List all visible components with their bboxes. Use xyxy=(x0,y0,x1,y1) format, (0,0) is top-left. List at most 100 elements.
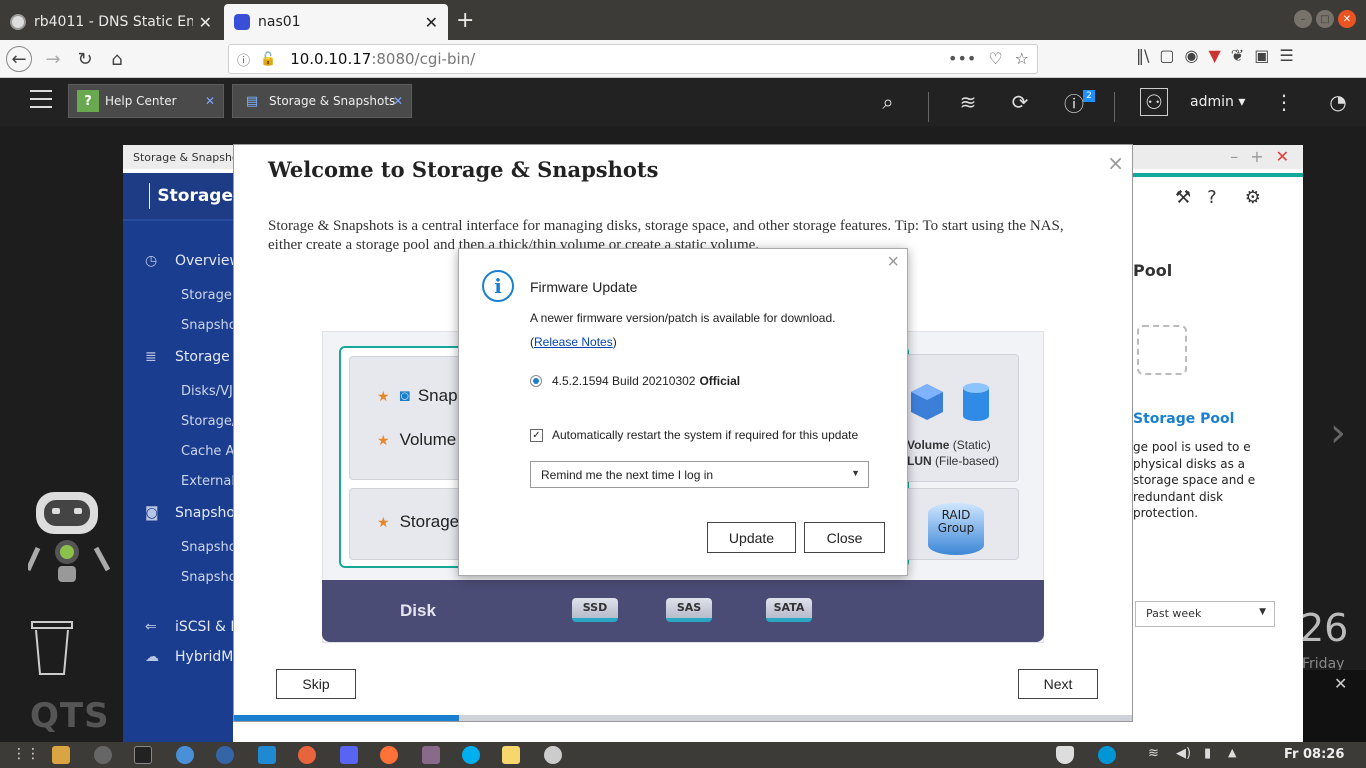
maximize-icon[interactable]: + xyxy=(1250,147,1263,166)
external-device-icon[interactable]: ⟳ xyxy=(1006,88,1034,116)
maximize-window-button[interactable]: □ xyxy=(1316,10,1334,28)
hp-icon[interactable] xyxy=(1098,746,1116,764)
url-bar[interactable]: ⓘ 🔓 10.0.10.17:8080/cgi-bin/ ••• ♡ ☆ xyxy=(228,44,1038,74)
main-menu-icon[interactable] xyxy=(30,90,52,110)
label-text: LUN xyxy=(907,454,932,468)
lun-cylinder-icon xyxy=(963,383,989,421)
app-sidebar: Storage ◷ Overview Storage Snapshots ≣ Sto… xyxy=(123,173,326,742)
radio-selected-icon[interactable] xyxy=(530,375,542,387)
chevron-right-icon[interactable]: › xyxy=(1330,410,1346,456)
wifi-icon[interactable]: ≋ xyxy=(1148,746,1166,764)
home-button[interactable]: ⌂ xyxy=(104,46,130,72)
chromium-icon[interactable] xyxy=(176,746,194,764)
sidebar-subitem[interactable]: Storage xyxy=(181,288,232,303)
close-widget-icon[interactable]: ✕ xyxy=(1334,674,1347,693)
account-icon[interactable]: ◉ xyxy=(1185,46,1199,65)
browser-tab-nas01[interactable]: nas01 ✕ xyxy=(224,4,448,40)
sidebar-item-overview[interactable]: ◷ Overview xyxy=(145,253,241,269)
sidebar-item-storage[interactable]: ≣ Storage xyxy=(145,349,230,365)
lock-icon[interactable] xyxy=(94,746,112,764)
background-tasks-icon[interactable]: ≋ xyxy=(954,88,982,116)
reload-button[interactable]: ↻ xyxy=(72,46,98,72)
addon-icon[interactable]: ▣ xyxy=(1254,46,1269,65)
shield-icon[interactable] xyxy=(1056,746,1074,764)
app-tab-help-center[interactable]: ? Help Center ✕ xyxy=(68,84,224,118)
robot-assistant-icon[interactable] xyxy=(28,486,110,586)
menu-icon[interactable]: ☰ xyxy=(1279,46,1293,65)
pocket-icon[interactable]: ♡ xyxy=(988,49,1002,68)
time-range-select[interactable]: Past week ▼ xyxy=(1135,601,1275,627)
pool-heading: Pool xyxy=(1133,261,1173,280)
vivaldi-extension-icon[interactable]: ▼ xyxy=(1208,46,1220,65)
postman-icon[interactable] xyxy=(298,746,316,764)
user-menu[interactable]: admin ▾ xyxy=(1190,94,1245,110)
insecure-lock-icon: 🔓 xyxy=(260,51,277,67)
dashboard-icon[interactable]: ◔ xyxy=(1324,88,1352,116)
close-window-button[interactable]: ✕ xyxy=(1338,10,1356,28)
star-icon: ★ xyxy=(377,514,390,530)
auto-restart-checkbox[interactable]: ✓ Automatically restart the system if re… xyxy=(530,428,858,442)
app-tab-storage-snapshots[interactable]: ▤ Storage & Snapshots ✕ xyxy=(232,84,412,118)
app-grid-icon[interactable]: ⋮⋮ xyxy=(12,746,40,764)
minimize-icon[interactable]: – xyxy=(1230,147,1238,166)
sidebar-item-snapshot[interactable]: ◙ Snapshot xyxy=(145,505,240,521)
calculator-icon[interactable] xyxy=(52,746,70,764)
minimize-window-button[interactable]: – xyxy=(1294,10,1312,28)
settings-icon[interactable] xyxy=(544,746,562,764)
firmware-update-dialog: × i Firmware Update A newer firmware ver… xyxy=(458,248,908,576)
new-tab-button[interactable]: + xyxy=(456,8,474,33)
bookmark-star-icon[interactable]: ☆ xyxy=(1015,49,1029,68)
close-app-tab-icon[interactable]: ✕ xyxy=(393,94,403,108)
terminal-icon[interactable] xyxy=(134,746,152,764)
lun-text: LUN (File-based) xyxy=(907,453,999,469)
close-icon[interactable]: ✕ xyxy=(1276,147,1289,166)
app-icon[interactable] xyxy=(216,746,234,764)
page-actions-icon[interactable]: ••• xyxy=(948,49,976,68)
browser-tab-rb4011[interactable]: rb4011 - DNS Static Entr ✕ xyxy=(0,4,222,40)
search-icon[interactable]: ⌕ xyxy=(874,88,902,116)
recycle-bin-icon[interactable] xyxy=(30,620,74,676)
firmware-message: A newer firmware version/patch is availa… xyxy=(530,311,836,325)
checkbox-checked-icon[interactable]: ✓ xyxy=(530,428,543,442)
tools-icon[interactable]: ⚒ xyxy=(1175,187,1191,208)
close-button[interactable]: Close xyxy=(804,522,885,553)
library-icon[interactable]: ‖\ xyxy=(1136,46,1149,65)
forward-button[interactable]: → xyxy=(40,46,66,72)
raid-label: RAID Group xyxy=(937,508,975,535)
notes-icon[interactable] xyxy=(502,746,520,764)
media-icon[interactable] xyxy=(422,746,440,764)
remind-select[interactable]: Remind me the next time I log in ▼ xyxy=(530,461,869,488)
extension-icon[interactable]: ❦ xyxy=(1231,46,1244,65)
wizard-progress-fill xyxy=(234,715,459,721)
storage-pool-link[interactable]: Storage Pool xyxy=(1133,411,1234,427)
back-button[interactable]: ← xyxy=(6,46,32,72)
next-button[interactable]: Next xyxy=(1018,669,1098,699)
app-tab-label: Storage & Snapshots xyxy=(269,94,396,108)
close-icon[interactable]: × xyxy=(887,251,899,274)
site-info-icon[interactable]: ⓘ xyxy=(237,50,250,69)
skip-button[interactable]: Skip xyxy=(276,669,356,699)
battery-icon[interactable]: ▮ xyxy=(1204,746,1222,764)
disk-layer: Disk SSD SAS SATA xyxy=(322,580,1044,642)
discord-icon[interactable] xyxy=(340,746,358,764)
help-icon[interactable]: ? xyxy=(1207,187,1217,208)
close-app-tab-icon[interactable]: ✕ xyxy=(205,94,215,108)
volume-icon[interactable]: ◀) xyxy=(1176,746,1194,764)
os-taskbar: ⋮⋮ ≋ ◀) ▮ ▲ Fr 08:26 xyxy=(0,742,1366,768)
new-storage-pool-icon[interactable] xyxy=(1137,325,1187,375)
update-button[interactable]: Update xyxy=(707,522,796,553)
vscode-icon[interactable] xyxy=(258,746,276,764)
close-tab-icon[interactable]: ✕ xyxy=(425,13,438,32)
more-options-icon[interactable]: ⋮ xyxy=(1270,88,1298,116)
skype-icon[interactable] xyxy=(462,746,480,764)
release-notes-link[interactable]: Release Notes xyxy=(534,335,613,349)
firefox-icon[interactable] xyxy=(380,746,398,764)
firmware-version-radio[interactable]: 4.5.2.1594 Build 20210302 Official xyxy=(530,374,740,388)
clock[interactable]: Fr 08:26 xyxy=(1284,747,1344,762)
close-icon[interactable]: × xyxy=(1107,151,1124,175)
sidebar-icon[interactable]: ▢ xyxy=(1159,46,1174,65)
settings-gear-icon[interactable]: ⚙ xyxy=(1245,187,1261,208)
user-avatar-icon[interactable]: ⚇ xyxy=(1140,88,1168,116)
close-tab-icon[interactable]: ✕ xyxy=(199,13,212,32)
tray-arrow-icon[interactable]: ▲ xyxy=(1228,746,1246,764)
